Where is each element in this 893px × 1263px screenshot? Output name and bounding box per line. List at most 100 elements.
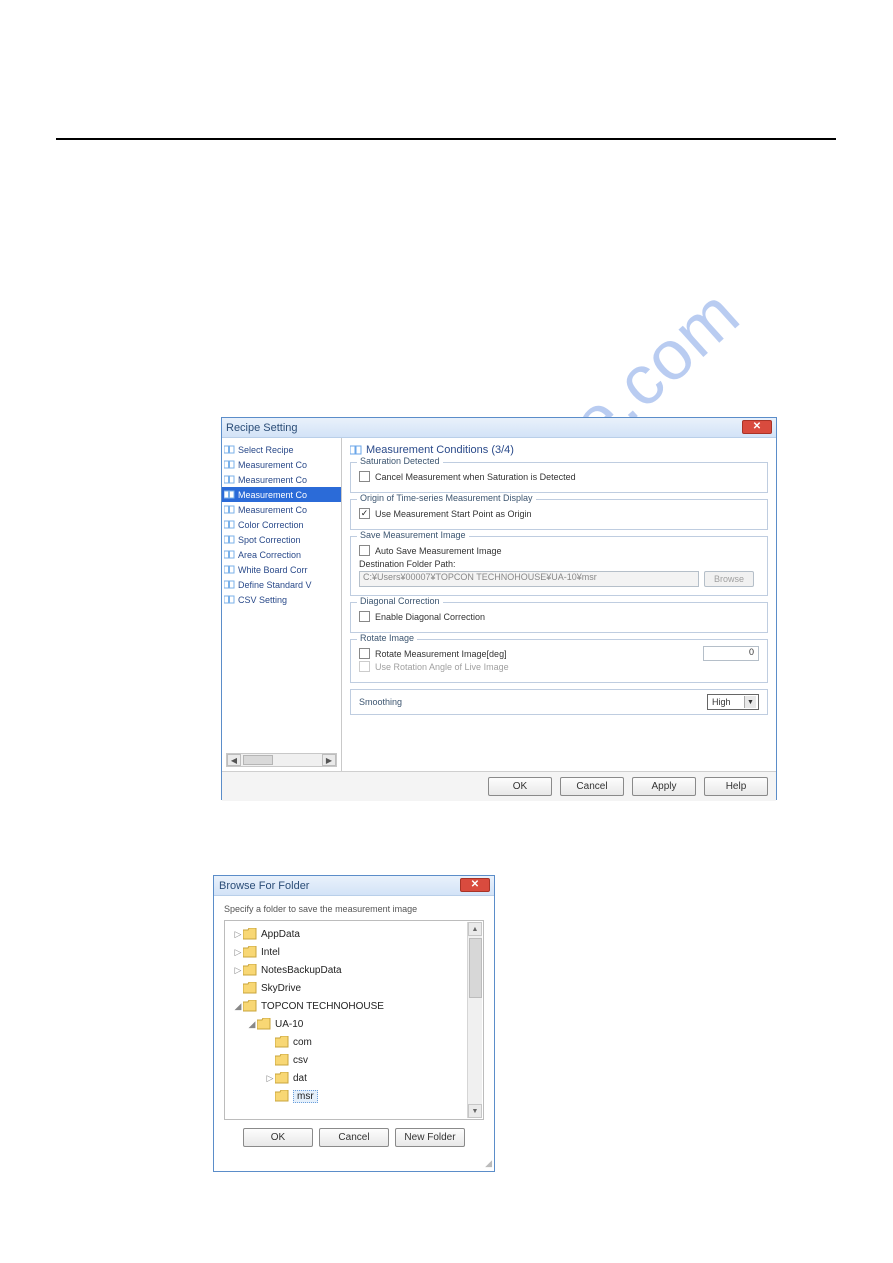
recipe-setting-window: Recipe Setting ✕ Select Recipe Measuremen… xyxy=(221,417,777,800)
destination-path-input[interactable]: C:¥Users¥00007¥TOPCON TECHNOHOUSE¥UA-10¥… xyxy=(359,571,699,587)
close-button[interactable]: ✕ xyxy=(742,420,772,434)
tree-item-label: Measurement Co xyxy=(238,460,307,470)
folder-tree-item[interactable]: com xyxy=(229,1033,465,1051)
tree-item[interactable]: Define Standard V xyxy=(222,577,341,592)
recipe-setting-titlebar[interactable]: Recipe Setting ✕ xyxy=(222,418,776,438)
tree-item[interactable]: Measurement Co xyxy=(222,502,341,517)
group-smoothing-title: Smoothing xyxy=(359,697,402,707)
folder-tree-item[interactable]: ▷ NotesBackupData xyxy=(229,961,465,979)
folder-tree-item[interactable]: ◢ UA-10 xyxy=(229,1015,465,1033)
checkbox-use-live-angle: Use Rotation Angle of Live Image xyxy=(359,661,759,672)
folder-tree-scrollbar[interactable]: ▲ ▼ xyxy=(467,922,482,1118)
close-button[interactable]: ✕ xyxy=(460,878,490,892)
expand-icon[interactable]: ▷ xyxy=(233,965,243,976)
tree-item[interactable]: Area Correction xyxy=(222,547,341,562)
checkbox-auto-save[interactable]: Auto Save Measurement Image xyxy=(359,545,759,556)
folder-tree-item[interactable]: SkyDrive xyxy=(229,979,465,997)
checkbox-label: Rotate Measurement Image[deg] xyxy=(375,649,507,659)
new-folder-button[interactable]: New Folder xyxy=(395,1128,465,1147)
tree-item-label: CSV Setting xyxy=(238,595,287,605)
scroll-thumb[interactable] xyxy=(469,938,482,998)
recipe-button-bar: OK Cancel Apply Help xyxy=(222,771,776,801)
folder-tree[interactable]: ▷ AppData ▷ Intel ▷ NotesBackupData SkyDrive ◢ T… xyxy=(229,925,465,1115)
tree-item[interactable]: Measurement Co xyxy=(222,487,341,502)
group-rotate-title: Rotate Image xyxy=(357,633,417,643)
browse-folder-titlebar[interactable]: Browse For Folder ✕ xyxy=(214,876,494,896)
folder-label: NotesBackupData xyxy=(261,965,342,976)
checkbox-use-start-origin[interactable]: Use Measurement Start Point as Origin xyxy=(359,508,759,519)
folder-label: UA-10 xyxy=(275,1019,303,1030)
tree-item-label: Select Recipe xyxy=(238,445,294,455)
group-save-title: Save Measurement Image xyxy=(357,530,469,540)
close-icon: ✕ xyxy=(471,880,479,890)
tree-item-label: Measurement Co xyxy=(238,505,307,515)
help-button[interactable]: Help xyxy=(704,777,768,796)
tree-item[interactable]: CSV Setting xyxy=(222,592,341,607)
checkbox-icon xyxy=(359,545,370,556)
expand-icon[interactable]: ◢ xyxy=(233,1001,243,1012)
checkbox-label: Cancel Measurement when Saturation is De… xyxy=(375,472,576,482)
group-origin-title: Origin of Time-series Measurement Displa… xyxy=(357,493,536,503)
tree-horizontal-scrollbar[interactable]: ◀▶ xyxy=(226,753,337,767)
folder-label: SkyDrive xyxy=(261,983,301,994)
checkbox-icon xyxy=(359,508,370,519)
folder-tree-item[interactable]: ◢ TOPCON TECHNOHOUSE xyxy=(229,997,465,1015)
scroll-down-icon[interactable]: ▼ xyxy=(468,1104,482,1118)
tree-item[interactable]: Measurement Co xyxy=(222,457,341,472)
chevron-down-icon: ▼ xyxy=(744,696,756,708)
checkbox-cancel-on-saturation[interactable]: Cancel Measurement when Saturation is De… xyxy=(359,471,759,482)
book-icon xyxy=(224,535,235,544)
panel-title-text: Measurement Conditions (3/4) xyxy=(366,444,514,456)
folder-label: AppData xyxy=(261,929,300,940)
tree-item[interactable]: White Board Corr xyxy=(222,562,341,577)
browse-button[interactable]: Browse xyxy=(704,571,754,587)
tree-item[interactable]: Select Recipe xyxy=(222,442,341,457)
folder-tree-item[interactable]: msr xyxy=(229,1087,465,1105)
cancel-button[interactable]: Cancel xyxy=(560,777,624,796)
ok-button[interactable]: OK xyxy=(243,1128,313,1147)
expand-icon[interactable]: ▷ xyxy=(233,947,243,958)
apply-button[interactable]: Apply xyxy=(632,777,696,796)
tree-item[interactable]: Measurement Co xyxy=(222,472,341,487)
tree-item-label: Area Correction xyxy=(238,550,301,560)
expand-icon[interactable]: ▷ xyxy=(233,929,243,940)
folder-label: Intel xyxy=(261,947,280,958)
book-icon xyxy=(224,565,235,574)
scroll-left-icon[interactable]: ◀ xyxy=(227,754,241,766)
group-diagonal-title: Diagonal Correction xyxy=(357,596,443,606)
expand-icon[interactable]: ▷ xyxy=(265,1073,275,1084)
group-rotate: Rotate Image Rotate Measurement Image[de… xyxy=(350,639,768,683)
folder-tree-item[interactable]: ▷ AppData xyxy=(229,925,465,943)
group-smoothing: Smoothing High ▼ xyxy=(350,689,768,715)
resize-grip-icon[interactable]: ◢ xyxy=(485,1158,492,1169)
browse-folder-title: Browse For Folder xyxy=(219,880,309,892)
folder-tree-item[interactable]: ▷ Intel xyxy=(229,943,465,961)
checkbox-diagonal[interactable]: Enable Diagonal Correction xyxy=(359,611,759,622)
scroll-thumb[interactable] xyxy=(243,755,273,765)
folder-label: msr xyxy=(293,1090,318,1103)
tree-item[interactable]: Spot Correction xyxy=(222,532,341,547)
cancel-button[interactable]: Cancel xyxy=(319,1128,389,1147)
smoothing-select[interactable]: High ▼ xyxy=(707,694,759,710)
folder-tree-item[interactable]: csv xyxy=(229,1051,465,1069)
book-icon xyxy=(224,505,235,514)
expand-icon[interactable]: ◢ xyxy=(247,1019,257,1030)
ok-button[interactable]: OK xyxy=(488,777,552,796)
tree-item-label: Measurement Co xyxy=(238,475,307,485)
checkbox-label: Auto Save Measurement Image xyxy=(375,546,502,556)
rotate-angle-input[interactable]: 0 xyxy=(703,646,759,661)
checkbox-rotate-deg[interactable]: Rotate Measurement Image[deg] xyxy=(359,648,759,659)
checkbox-label: Use Rotation Angle of Live Image xyxy=(375,662,509,672)
group-saturation: Saturation Detected Cancel Measurement w… xyxy=(350,462,768,493)
tree-item[interactable]: Color Correction xyxy=(222,517,341,532)
group-origin: Origin of Time-series Measurement Displa… xyxy=(350,499,768,530)
folder-tree-item[interactable]: ▷dat xyxy=(229,1069,465,1087)
scroll-right-icon[interactable]: ▶ xyxy=(322,754,336,766)
recipe-tree[interactable]: Select Recipe Measurement Co Measurement C… xyxy=(222,438,342,771)
doc-horizontal-rule xyxy=(56,138,836,140)
recipe-main-panel: Measurement Conditions (3/4) Saturation … xyxy=(342,438,776,771)
scroll-up-icon[interactable]: ▲ xyxy=(468,922,482,936)
group-saturation-title: Saturation Detected xyxy=(357,456,443,466)
folder-label: TOPCON TECHNOHOUSE xyxy=(261,1001,384,1012)
book-icon xyxy=(224,445,235,454)
